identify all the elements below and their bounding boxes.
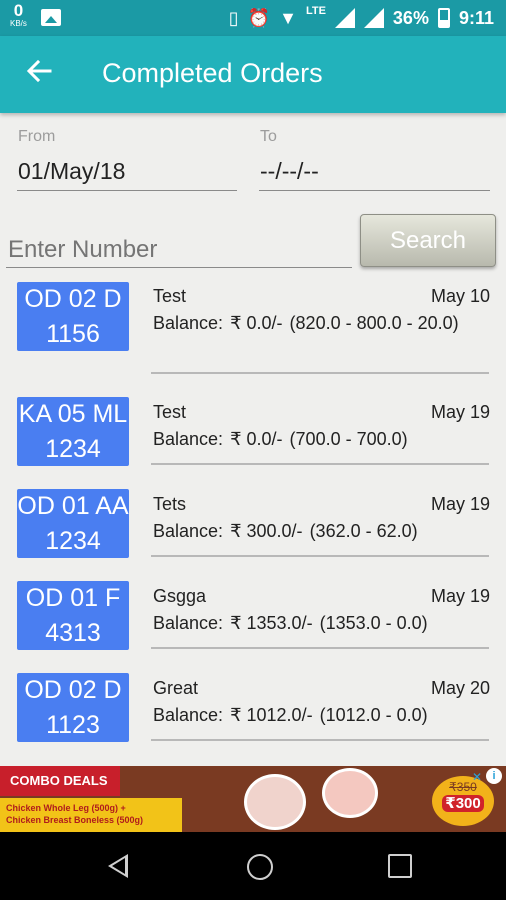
ad-old-price: ₹350: [449, 780, 477, 794]
row-divider: [151, 463, 489, 465]
wifi-icon: ▼: [279, 8, 297, 28]
to-underline: [259, 190, 490, 191]
from-date-field[interactable]: 01/May/18: [18, 158, 125, 185]
row-divider: [151, 555, 489, 557]
ad-price-badge: ₹350 ₹300: [432, 776, 494, 826]
order-date: May 19: [430, 494, 490, 514]
customer-name: Great: [153, 678, 199, 698]
ad-banner[interactable]: COMBO DEALS Chicken Whole Leg (500g) + C…: [0, 766, 506, 832]
app-bar: Completed Orders: [0, 36, 506, 113]
balance-detail: (700.0 - 700.0): [289, 429, 408, 449]
back-arrow-icon[interactable]: [24, 56, 58, 90]
chicken-image: [244, 774, 306, 830]
alarm-icon: ⏰: [247, 8, 271, 28]
vehicle-plate: OD 01 F 4313: [17, 581, 129, 650]
plate-line2: 1234: [45, 435, 101, 463]
lte-label: LTE: [305, 5, 326, 17]
row-divider: [151, 372, 489, 374]
speed-value: 0: [13, 1, 24, 20]
customer-name: Test: [153, 402, 187, 422]
from-label: From: [18, 128, 56, 145]
plate-line1: OD 01 F: [25, 584, 121, 612]
order-balance: Balance: ₹ 0.0/- (700.0 - 700.0): [153, 426, 483, 452]
system-nav-bar: [0, 832, 506, 900]
vehicle-plate: KA 05 ML 1234: [17, 397, 129, 466]
page-title: Completed Orders: [102, 58, 323, 88]
balance-amount: ₹ 300.0/-: [230, 521, 303, 541]
network-speed: 0 KB/s: [10, 2, 27, 28]
to-date-field[interactable]: --/--/--: [260, 158, 319, 185]
clock: 9:11: [458, 7, 494, 28]
plate-line2: 1234: [45, 527, 101, 555]
balance-amount: ₹ 1353.0/-: [230, 613, 313, 633]
balance-amount: ₹ 1012.0/-: [230, 705, 313, 725]
order-balance: Balance: ₹ 300.0/- (362.0 - 62.0): [153, 518, 483, 544]
plate-line1: KA 05 ML: [18, 400, 128, 428]
nav-home-icon[interactable]: [247, 854, 273, 880]
ad-close-icon[interactable]: ✕: [472, 770, 482, 784]
plate-line1: OD 02 D: [24, 676, 122, 704]
number-search-input[interactable]: [6, 232, 352, 268]
balance-label: Balance:: [153, 429, 224, 449]
ad-new-price: ₹300: [442, 795, 484, 812]
row-divider: [151, 647, 489, 649]
back-arrow-svg: [26, 59, 52, 83]
balance-detail: (820.0 - 800.0 - 20.0): [289, 313, 459, 333]
ad-text: Chicken Whole Leg (500g) + Chicken Breas…: [0, 798, 182, 832]
row-divider: [151, 739, 489, 741]
customer-name: Tets: [153, 494, 187, 514]
order-balance: Balance: ₹ 1012.0/- (1012.0 - 0.0): [153, 702, 483, 728]
plate-line1: OD 01 AA: [17, 492, 129, 520]
speed-unit: KB/s: [10, 19, 27, 28]
battery-icon: [437, 8, 450, 28]
status-bar: 0 KB/s ▯ ⏰ ▼ LTE 36% 9:11: [0, 0, 506, 36]
customer-name: Test: [153, 286, 187, 306]
customer-name: Gsgga: [153, 586, 207, 606]
ad-choices-icon[interactable]: i: [486, 768, 502, 784]
battery-percent: 36%: [392, 7, 429, 28]
balance-detail: (1353.0 - 0.0): [319, 613, 428, 633]
to-label: To: [260, 128, 277, 145]
order-balance: Balance: ₹ 0.0/- (820.0 - 800.0 - 20.0): [153, 310, 483, 336]
vibrate-icon: ▯: [228, 8, 239, 28]
order-date: May 19: [430, 402, 490, 422]
vehicle-plate: OD 02 D 1156: [17, 282, 129, 351]
ad-line2: Chicken Breast Boneless (500g): [6, 815, 144, 825]
ad-line1: Chicken Whole Leg (500g) +: [6, 803, 126, 813]
order-balance: Balance: ₹ 1353.0/- (1353.0 - 0.0): [153, 610, 483, 636]
balance-detail: (1012.0 - 0.0): [319, 705, 428, 725]
nav-back-icon[interactable]: [108, 854, 128, 878]
plate-line2: 1156: [46, 320, 100, 348]
chicken-image-2: [322, 768, 378, 818]
nav-recents-icon[interactable]: [388, 854, 412, 878]
order-date: May 10: [430, 286, 490, 306]
balance-label: Balance:: [153, 521, 224, 541]
balance-detail: (362.0 - 62.0): [309, 521, 418, 541]
search-button[interactable]: Search: [360, 214, 496, 267]
from-underline: [17, 190, 237, 191]
ad-combo-tag: COMBO DEALS: [0, 766, 120, 796]
balance-amount: ₹ 0.0/-: [230, 313, 283, 333]
order-date: May 19: [430, 586, 490, 606]
order-date: May 20: [430, 678, 490, 698]
balance-label: Balance:: [153, 613, 224, 633]
signal-icon-2: [363, 8, 384, 28]
gallery-icon: [40, 9, 61, 26]
balance-amount: ₹ 0.0/-: [230, 429, 283, 449]
vehicle-plate: OD 01 AA 1234: [17, 489, 129, 558]
balance-label: Balance:: [153, 313, 224, 333]
plate-line1: OD 02 D: [24, 285, 122, 313]
vehicle-plate: OD 02 D 1123: [17, 673, 129, 742]
plate-line2: 1123: [46, 711, 100, 739]
signal-icon: [334, 8, 355, 28]
plate-line2: 4313: [45, 619, 101, 647]
balance-label: Balance:: [153, 705, 224, 725]
